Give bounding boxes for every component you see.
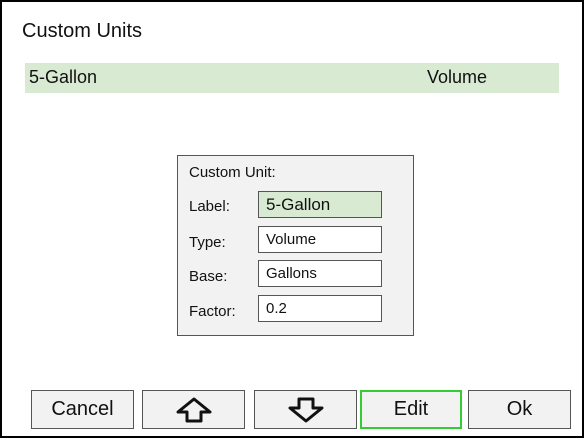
unit-list-item[interactable]: 5-Gallon Volume [25, 63, 559, 93]
factor-field[interactable]: 0.2 [258, 295, 382, 322]
dialog-title: Custom Unit: [189, 164, 276, 181]
ok-button[interactable]: Ok [468, 390, 571, 429]
arrow-down-icon [288, 397, 323, 422]
factor-field-label: Factor: [189, 303, 236, 320]
move-down-button[interactable] [254, 390, 357, 429]
type-field-label: Type: [189, 234, 226, 251]
custom-units-screen: Custom Units 5-Gallon Volume Custom Unit… [0, 0, 584, 438]
cancel-button-label: Cancel [51, 398, 114, 420]
base-field-label: Base: [189, 268, 228, 285]
unit-type: Volume [427, 67, 488, 87]
page-title: Custom Units [22, 20, 143, 42]
edit-button-label: Edit [393, 398, 429, 420]
label-field[interactable]: 5-Gallon [258, 191, 382, 218]
cancel-button[interactable]: Cancel [31, 390, 134, 429]
label-field-label: Label: [189, 198, 230, 215]
edit-button[interactable]: Edit [360, 390, 462, 429]
base-field[interactable]: Gallons [258, 260, 382, 287]
custom-unit-dialog: Custom Unit: Label: 5-Gallon Type: Volum… [177, 155, 414, 336]
unit-name: 5-Gallon [29, 67, 98, 87]
move-up-button[interactable] [142, 390, 245, 429]
type-field[interactable]: Volume [258, 226, 382, 253]
arrow-up-icon [176, 397, 211, 422]
ok-button-label: Ok [506, 398, 533, 420]
